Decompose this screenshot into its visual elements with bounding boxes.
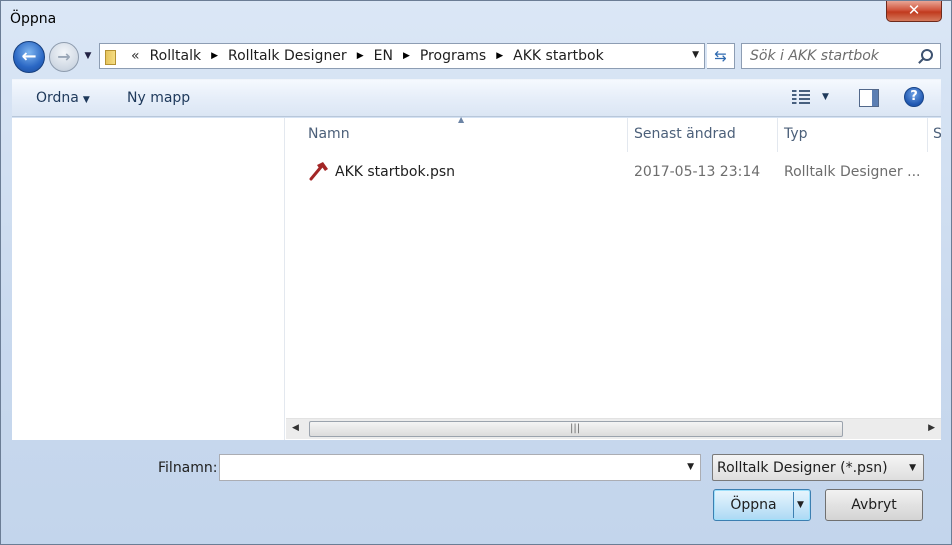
- horizontal-scrollbar[interactable]: ◀ ||| ▶: [286, 418, 941, 439]
- breadcrumb-overflow[interactable]: «: [131, 48, 140, 64]
- content-area: ▲ Namn Senast ändrad Typ St AKK startbok…: [12, 115, 941, 440]
- scrollbar-thumb[interactable]: |||: [309, 421, 843, 437]
- split-divider: [793, 492, 794, 518]
- organize-label: Ordna: [36, 90, 79, 106]
- sort-ascending-icon: ▲: [458, 115, 465, 124]
- open-options-dropdown-icon[interactable]: ▼: [797, 490, 804, 520]
- file-type-selected: Rolltalk Designer (*.psn): [717, 460, 888, 476]
- view-dropdown-icon[interactable]: ▼: [822, 92, 829, 102]
- back-button[interactable]: ←: [13, 41, 45, 73]
- search-box[interactable]: [741, 43, 941, 69]
- breadcrumb-item-en[interactable]: EN: [374, 48, 393, 64]
- open-button[interactable]: Öppna ▼: [713, 489, 811, 521]
- chevron-down-icon: ▼: [82, 95, 90, 105]
- address-bar[interactable]: « Rolltalk ▶ Rolltalk Designer ▶ EN ▶ Pr…: [99, 43, 705, 69]
- filename-input[interactable]: [224, 459, 664, 475]
- column-header-label: Namn: [308, 126, 350, 142]
- breadcrumb-item-rolltalk-designer[interactable]: Rolltalk Designer: [228, 48, 347, 64]
- command-bar: Ordna ▼ Ny mapp ▼ ?: [12, 79, 941, 117]
- open-dialog: Öppna ✕ ← → ▼ « Rolltalk ▶ Rolltalk Desi…: [0, 0, 952, 545]
- refresh-icon[interactable]: ⇆: [707, 43, 735, 69]
- file-name: AKK startbok.psn: [335, 164, 456, 180]
- breadcrumb-item-rolltalk[interactable]: Rolltalk: [150, 48, 202, 64]
- file-type: Rolltalk Designer ...: [784, 164, 921, 180]
- scroll-right-icon[interactable]: ▶: [928, 423, 935, 433]
- search-icon[interactable]: [921, 49, 933, 61]
- file-row[interactable]: AKK startbok.psn 2017-05-13 23:14 Rollta…: [286, 156, 941, 188]
- column-header-size[interactable]: St: [928, 118, 941, 152]
- file-type-select[interactable]: Rolltalk Designer (*.psn) ▼: [712, 454, 924, 481]
- forward-button[interactable]: →: [49, 42, 79, 72]
- chevron-right-icon[interactable]: ▶: [496, 51, 503, 61]
- cancel-button[interactable]: Avbryt: [825, 489, 923, 521]
- scroll-left-icon[interactable]: ◀: [292, 423, 299, 433]
- column-header-type[interactable]: Typ: [778, 118, 928, 152]
- filename-combobox[interactable]: ▼: [219, 454, 701, 481]
- preview-pane-icon[interactable]: [859, 89, 879, 107]
- open-button-label: Öppna: [730, 497, 777, 513]
- address-dropdown-icon[interactable]: ▼: [692, 50, 699, 60]
- search-input[interactable]: [750, 48, 910, 64]
- file-modified: 2017-05-13 23:14: [634, 164, 761, 180]
- column-header-modified[interactable]: Senast ändrad: [628, 118, 778, 152]
- breadcrumb-item-akk-startbok[interactable]: AKK startbok: [513, 48, 604, 64]
- chevron-right-icon[interactable]: ▶: [211, 51, 218, 61]
- chevron-down-icon[interactable]: ▼: [687, 462, 694, 472]
- chevron-down-icon: ▼: [909, 463, 916, 473]
- navigation-pane[interactable]: [12, 118, 285, 440]
- folder-icon: [105, 49, 121, 65]
- window-title: Öppna: [10, 11, 57, 27]
- new-folder-button[interactable]: Ny mapp: [127, 90, 190, 106]
- breadcrumb-item-programs[interactable]: Programs: [420, 48, 486, 64]
- chevron-right-icon[interactable]: ▶: [403, 51, 410, 61]
- column-header-name[interactable]: ▲ Namn: [286, 115, 628, 152]
- chevron-right-icon[interactable]: ▶: [357, 51, 364, 61]
- view-icon[interactable]: [792, 90, 810, 105]
- recent-locations-dropdown[interactable]: ▼: [81, 51, 95, 63]
- close-button[interactable]: ✕: [886, 1, 942, 22]
- help-icon[interactable]: ?: [904, 87, 924, 107]
- organize-button[interactable]: Ordna ▼: [36, 90, 90, 106]
- rolltalk-file-icon: [309, 162, 328, 181]
- title-bar[interactable]: Öppna ✕: [1, 1, 951, 37]
- filename-label: Filnamn:: [158, 460, 218, 476]
- grip-icon: |||: [570, 423, 581, 434]
- file-list[interactable]: ▲ Namn Senast ändrad Typ St AKK startbok…: [286, 115, 941, 440]
